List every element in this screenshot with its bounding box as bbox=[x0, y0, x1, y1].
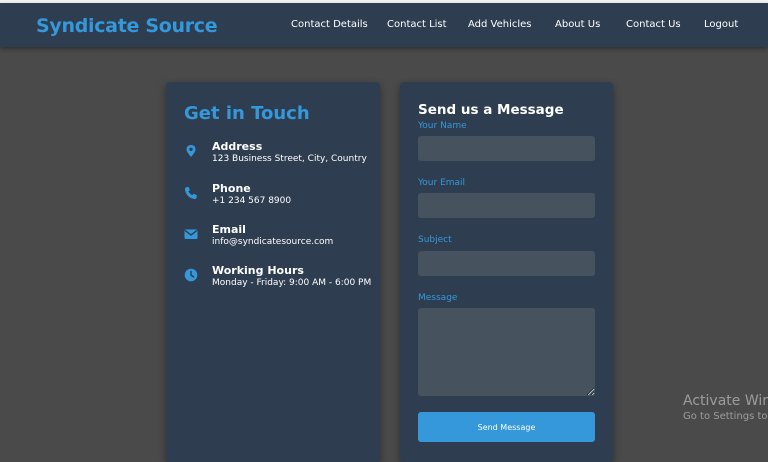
message-textarea[interactable] bbox=[418, 308, 595, 396]
nav-link-logout[interactable]: Logout bbox=[704, 19, 738, 30]
watermark-title: Activate Windows bbox=[683, 393, 768, 409]
envelope-icon bbox=[184, 227, 198, 241]
name-input[interactable] bbox=[418, 136, 595, 161]
info-value: +1 234 567 8900 bbox=[212, 196, 292, 206]
nav-link-add-vehicles[interactable]: Add Vehicles bbox=[468, 19, 532, 30]
nav-link-contact-list[interactable]: Contact List bbox=[387, 19, 447, 30]
subject-label: Subject bbox=[418, 235, 452, 245]
watermark-subtitle: Go to Settings to activate Windows. bbox=[683, 411, 768, 422]
phone-icon bbox=[184, 186, 198, 200]
message-form-card: Send us a Message Your Name Your Email S… bbox=[400, 82, 613, 462]
nav-link-contact-us[interactable]: Contact Us bbox=[626, 19, 681, 30]
activate-windows-watermark: Activate Windows Go to Settings to activ… bbox=[683, 393, 768, 422]
message-label: Message bbox=[418, 293, 458, 303]
brand-logo[interactable]: Syndicate Source bbox=[36, 15, 218, 37]
info-value: info@syndicatesource.com bbox=[212, 237, 334, 247]
map-marker-icon bbox=[184, 144, 198, 158]
info-label: Working Hours bbox=[212, 264, 304, 277]
form-title: Send us a Message bbox=[418, 102, 564, 118]
name-label: Your Name bbox=[418, 121, 467, 131]
info-value: 123 Business Street, City, Country bbox=[212, 154, 367, 164]
subject-input[interactable] bbox=[418, 251, 595, 276]
send-message-button[interactable]: Send Message bbox=[418, 412, 595, 442]
nav-link-about-us[interactable]: About Us bbox=[555, 19, 600, 30]
nav-link-contact-details[interactable]: Contact Details bbox=[291, 19, 368, 30]
contact-info-card: Get in Touch Address 123 Business Street… bbox=[166, 82, 380, 462]
info-label: Email bbox=[212, 223, 246, 236]
email-label: Your Email bbox=[418, 178, 466, 188]
info-title: Get in Touch bbox=[184, 103, 310, 124]
info-label: Phone bbox=[212, 182, 251, 195]
clock-icon bbox=[184, 268, 198, 282]
info-value: Monday - Friday: 9:00 AM - 6:00 PM bbox=[212, 278, 372, 288]
info-label: Address bbox=[212, 140, 263, 153]
email-input[interactable] bbox=[418, 193, 595, 218]
navbar: Syndicate Source Contact Details Contact… bbox=[0, 3, 768, 47]
